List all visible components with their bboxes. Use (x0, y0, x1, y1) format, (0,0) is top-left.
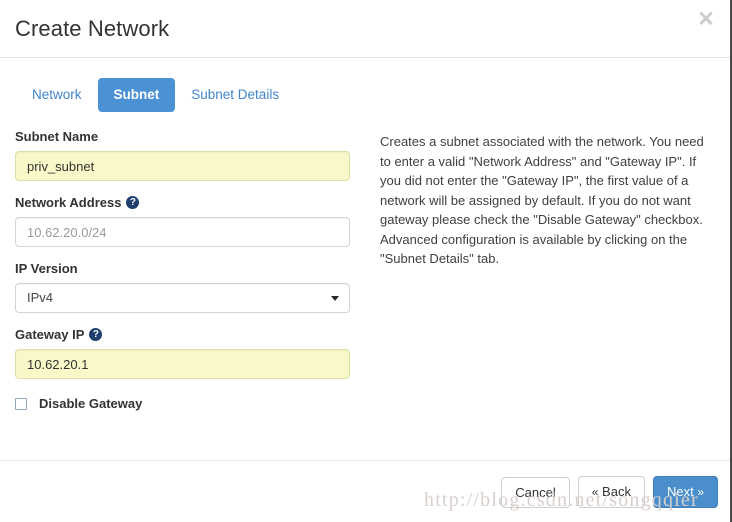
question-mark-icon[interactable]: ? (126, 196, 140, 209)
subnet-name-label: Subnet Name (15, 129, 99, 144)
tab-subnet[interactable]: Subnet (97, 78, 176, 112)
next-button[interactable]: Next » (652, 476, 718, 508)
back-chevron-icon: « (591, 485, 599, 499)
ip-version-label: IP Version (15, 261, 78, 276)
help-description: Creates a subnet associated with the net… (380, 134, 704, 266)
disable-gateway-checkbox[interactable] (15, 397, 27, 410)
cancel-button[interactable]: Cancel (501, 476, 570, 508)
gateway-ip-label-text: Gateway IP (15, 327, 85, 342)
ip-version-select[interactable]: IPv4 (15, 283, 350, 313)
field-subnet-name: Subnet Name (15, 128, 355, 181)
field-ip-version: IP Version IPv4 (15, 260, 355, 313)
next-chevron-icon: » (697, 485, 704, 499)
disable-gateway-row: Disable Gateway (15, 395, 355, 412)
subnet-form: Subnet Name Network Address ? IP Version… (15, 128, 355, 412)
tab-subnet-details[interactable]: Subnet Details (175, 78, 295, 112)
tab-network[interactable]: Network (16, 78, 98, 112)
create-network-modal: Create Network ✕ Network Subnet Subnet D… (0, 0, 732, 522)
back-button-label: Back (602, 484, 631, 499)
page-title: Create Network (15, 16, 170, 41)
footer-button-group: Cancel « Back Next » (501, 476, 718, 508)
tab-bar: Network Subnet Subnet Details (16, 78, 295, 112)
question-mark-icon[interactable]: ? (89, 328, 103, 341)
close-icon[interactable]: ✕ (694, 8, 718, 32)
back-button[interactable]: « Back (577, 476, 645, 508)
gateway-ip-label: Gateway IP ? (15, 326, 355, 343)
network-address-label: Network Address ? (15, 194, 355, 211)
subnet-name-input[interactable] (15, 151, 350, 181)
next-button-label: Next (666, 484, 694, 499)
modal-header: Create Network ✕ (0, 0, 730, 58)
gateway-ip-input[interactable] (15, 349, 350, 379)
disable-gateway-label[interactable]: Disable Gateway (39, 395, 142, 412)
field-gateway-ip: Gateway IP ? (15, 326, 355, 379)
network-address-input[interactable] (15, 217, 350, 247)
field-network-address: Network Address ? (15, 194, 355, 247)
network-address-label-text: Network Address (15, 195, 122, 210)
ip-version-select-wrapper: IPv4 (15, 283, 350, 313)
modal-footer: Cancel « Back Next » (0, 460, 730, 522)
